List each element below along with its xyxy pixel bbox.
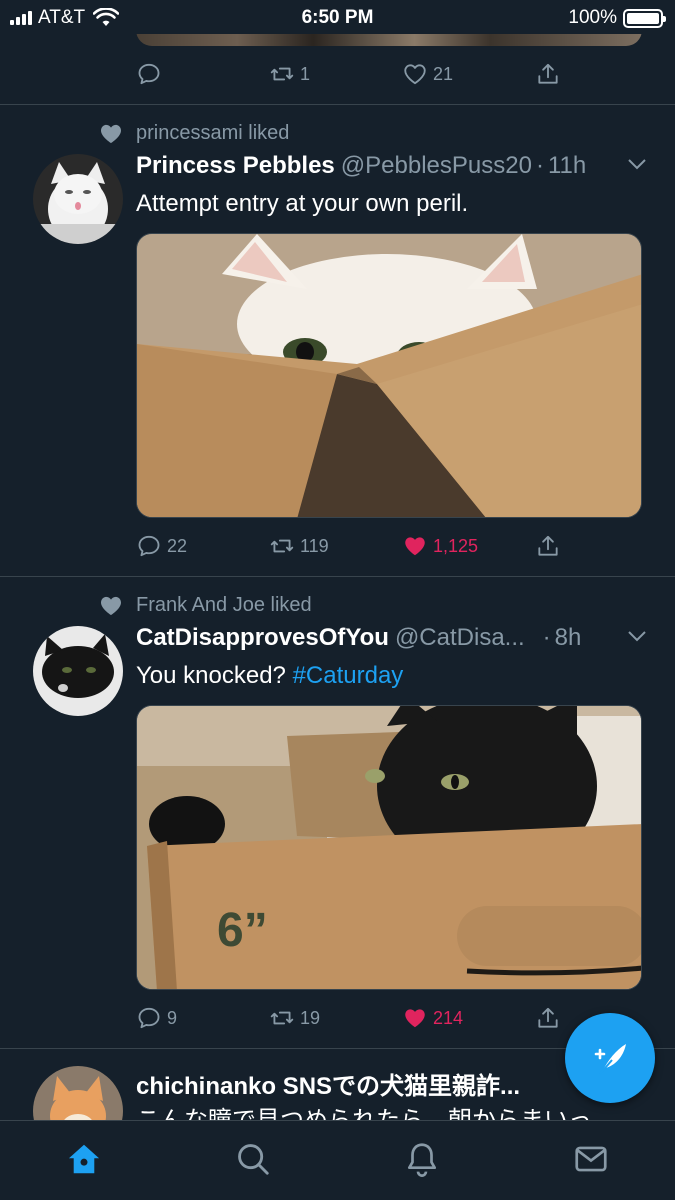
share-icon [538,1007,558,1028]
social-context: princessami liked [100,122,289,145]
handle[interactable]: @PebblesPuss20 [341,152,532,180]
retweet-button[interactable]: 19 [269,1005,402,1031]
reply-button[interactable]: 22 [136,533,269,559]
avatar-image [33,626,123,716]
nav-messages[interactable] [566,1134,616,1184]
heart-filled-icon [405,537,425,556]
reply-button[interactable]: 9 [136,1005,269,1031]
share-button[interactable] [535,533,561,559]
like-button[interactable]: 1,125 [402,533,535,559]
action-bar: 22 119 1,125 [136,530,596,562]
reply-count: 22 [167,535,188,556]
avatar[interactable] [33,626,123,716]
nav-notifications[interactable] [397,1134,447,1184]
social-context-label: princessami liked [136,122,290,144]
nav-search[interactable] [228,1134,278,1184]
heart-filled-icon [405,1009,425,1028]
box-size-label: 6” [217,904,268,957]
status-bar: AT&T 6:50 PM 100% [0,0,675,34]
tweet-media[interactable] [136,233,642,518]
reply-icon [138,535,160,557]
battery-group: 100% [568,7,666,29]
timestamp: 8h [554,624,582,651]
display-name[interactable]: chichinanko SNSでの犬猫里親詐... [136,1066,520,1101]
share-icon [538,535,558,556]
like-count: 21 [433,63,454,84]
like-button[interactable]: 214 [402,1005,535,1031]
share-button[interactable] [535,61,561,87]
heart-outline-icon [404,64,426,85]
reply-icon [138,63,160,85]
battery-percent: 100% [568,7,617,28]
like-count: 214 [433,1007,464,1028]
bottom-nav [0,1120,675,1200]
retweet-icon [270,1011,294,1025]
retweet-icon [270,67,294,81]
timestamp: 11h [547,152,587,179]
tweet-text: Attempt entry at your own peril. [136,190,469,217]
messages-icon [575,1146,607,1171]
social-context-label: Frank And Joe liked [136,594,312,616]
tweet-text: こんな瞳で見つめられたら、朝からまいっ [136,1100,645,1120]
share-button[interactable] [535,1005,561,1031]
avatar-image [33,1066,123,1120]
chevron-down-icon[interactable] [627,158,647,170]
notifications-icon [407,1142,436,1177]
retweet-count: 1 [300,63,311,84]
reply-count: 9 [167,1007,178,1028]
battery-fill [627,12,659,24]
retweet-count: 19 [300,1007,321,1028]
black-cat-in-box-photo: 6” [137,706,641,989]
battery-icon [623,8,666,28]
avatar[interactable] [33,154,123,244]
tweet-header: Princess Pebbles @PebblesPuss20 · 11h [136,152,647,180]
display-name[interactable]: Princess Pebbles [136,152,335,180]
social-context: Frank And Joe liked [100,594,312,617]
tweet[interactable]: Frank And Joe liked CatDisapprovesOfYou … [0,576,675,1048]
retweet-button[interactable]: 1 [269,61,402,87]
compose-feather-icon [594,1044,626,1075]
reply-icon [138,1007,160,1029]
like-count: 1,125 [433,535,479,556]
separator-dot: · [535,152,544,179]
action-bar: 9 19 214 [136,1002,596,1034]
heart-small-icon [101,124,121,143]
heart-small-icon [101,596,121,615]
reply-button[interactable] [136,61,269,87]
nav-home[interactable] [59,1134,109,1184]
handle[interactable]: @CatDisa... [395,624,525,652]
display-name[interactable]: CatDisapprovesOfYou [136,624,389,652]
avatar[interactable] [33,1066,123,1120]
action-bar: 1 21 [136,58,596,90]
search-icon [238,1143,269,1175]
separator-dot: · [542,624,551,651]
tweet-text: You knocked? #Caturday [136,662,645,690]
avatar-image [33,154,123,244]
tweet-media[interactable]: 6” [136,705,642,990]
retweet-button[interactable]: 119 [269,533,402,559]
share-icon [538,63,558,84]
tweet-header: CatDisapprovesOfYou @CatDisa... · 8h [136,624,647,652]
like-button[interactable]: 21 [402,61,535,87]
chevron-down-icon[interactable] [627,630,647,642]
retweet-icon [270,539,294,553]
compose-tweet-button[interactable] [565,1013,655,1103]
tweet[interactable]: princessami liked Princess Pebbles @Pebb… [0,104,675,576]
hashtag-link[interactable]: #Caturday [293,662,404,689]
home-icon [69,1144,100,1173]
cat-in-box-photo [137,234,641,517]
tweet-text-body: You knocked? [136,662,286,689]
retweet-count: 119 [300,535,329,556]
